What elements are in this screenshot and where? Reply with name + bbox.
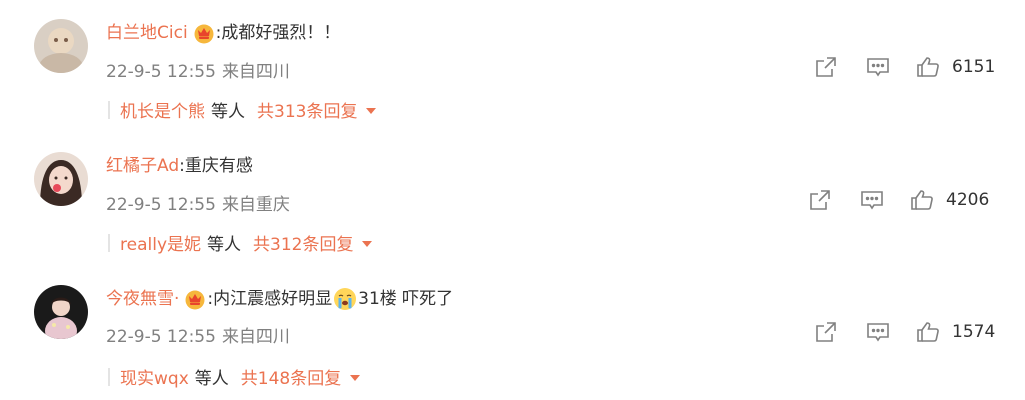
comment-actions: 6151 [806, 52, 996, 82]
comment-time: 22-9-5 12:55 [106, 327, 216, 347]
thumbs-up-icon[interactable] [916, 320, 940, 344]
comment-text: :重庆有感 [179, 156, 253, 176]
crying-face-emoji [334, 288, 357, 310]
thumbs-up-icon[interactable] [916, 55, 940, 79]
reply-divider [108, 100, 110, 119]
comment-time: 22-9-5 12:55 [106, 195, 216, 215]
comment-actions: 1574 [806, 317, 996, 347]
comment-line: 红橘子Ad :重庆有感 [106, 154, 253, 178]
like-count: 6151 [952, 57, 996, 77]
like-count: 4206 [946, 190, 990, 210]
reply-total-link[interactable]: 共148条回复 [241, 364, 341, 389]
thumbs-up-icon[interactable] [910, 188, 934, 212]
comment-source: 来自四川 [221, 62, 290, 82]
reply-divider [108, 367, 110, 386]
comment-item: 白兰地Cici :成都好强烈！！ 22-9-5 12:55 来自四川 6151 机… [0, 0, 1025, 133]
share-icon[interactable] [808, 188, 832, 212]
reply-total-link[interactable]: 共312条回复 [253, 230, 353, 255]
avatar[interactable] [34, 285, 88, 339]
comment-line: 白兰地Cici :成都好强烈！！ [106, 21, 340, 45]
reply-user-link[interactable]: really是妮 [120, 230, 201, 255]
avatar[interactable] [34, 19, 88, 73]
avatar[interactable] [34, 152, 88, 206]
like-count: 1574 [952, 322, 996, 342]
comment-meta: 22-9-5 12:55 来自四川 [106, 57, 290, 82]
reply-user-link[interactable]: 机长是个熊 [120, 97, 205, 122]
reply-etc-text: 等人 [207, 235, 241, 255]
comment-meta: 22-9-5 12:55 来自重庆 [106, 190, 290, 215]
username-link[interactable]: 今夜無雪· [106, 287, 179, 311]
comment-text-suffix: 31楼 吓死了 [358, 289, 454, 309]
comment-text: :成都好强烈！！ [215, 23, 341, 43]
reply-total-link[interactable]: 共313条回复 [257, 97, 357, 122]
reply-summary[interactable]: 现实wqx 等人 共148条回复 [108, 364, 361, 389]
caret-down-icon[interactable] [350, 375, 361, 381]
reply-etc-text: 等人 [194, 369, 229, 389]
comment-source: 来自四川 [221, 327, 290, 347]
reply-user-link[interactable]: 现实wqx [120, 364, 189, 389]
comment-item: 红橘子Ad :重庆有感 22-9-5 12:55 来自重庆 4206 really… [0, 133, 1025, 266]
reply-summary[interactable]: really是妮 等人 共312条回复 [108, 230, 373, 255]
comment-icon[interactable] [866, 55, 890, 79]
comment-line: 今夜無雪· :内江震感好明显 31楼 吓死了 [106, 287, 453, 311]
comment-icon[interactable] [860, 188, 884, 212]
caret-down-icon[interactable] [366, 108, 377, 114]
reply-etc-text: 等人 [211, 102, 245, 122]
comment-text: :内江震感好明显 [207, 289, 333, 309]
reply-divider [108, 233, 110, 252]
comment-meta: 22-9-5 12:55 来自四川 [106, 322, 290, 347]
comment-actions: 4206 [800, 185, 990, 215]
caret-down-icon[interactable] [362, 241, 373, 247]
crown-badge-icon[interactable] [193, 22, 215, 44]
crown-badge-icon[interactable] [184, 288, 206, 310]
share-icon[interactable] [814, 320, 838, 344]
username-link[interactable]: 红橘子Ad [106, 154, 179, 178]
comment-icon[interactable] [866, 320, 890, 344]
comment-item: 今夜無雪· :内江震感好明显 31楼 吓死了 22-9-5 12:55来自四川 [0, 266, 1025, 399]
share-icon[interactable] [814, 55, 838, 79]
comment-time: 22-9-5 12:55 [106, 62, 216, 82]
reply-summary[interactable]: 机长是个熊 等人 共313条回复 [108, 97, 377, 122]
username-link[interactable]: 白兰地Cici [106, 21, 188, 45]
comment-source: 来自重庆 [221, 195, 290, 215]
